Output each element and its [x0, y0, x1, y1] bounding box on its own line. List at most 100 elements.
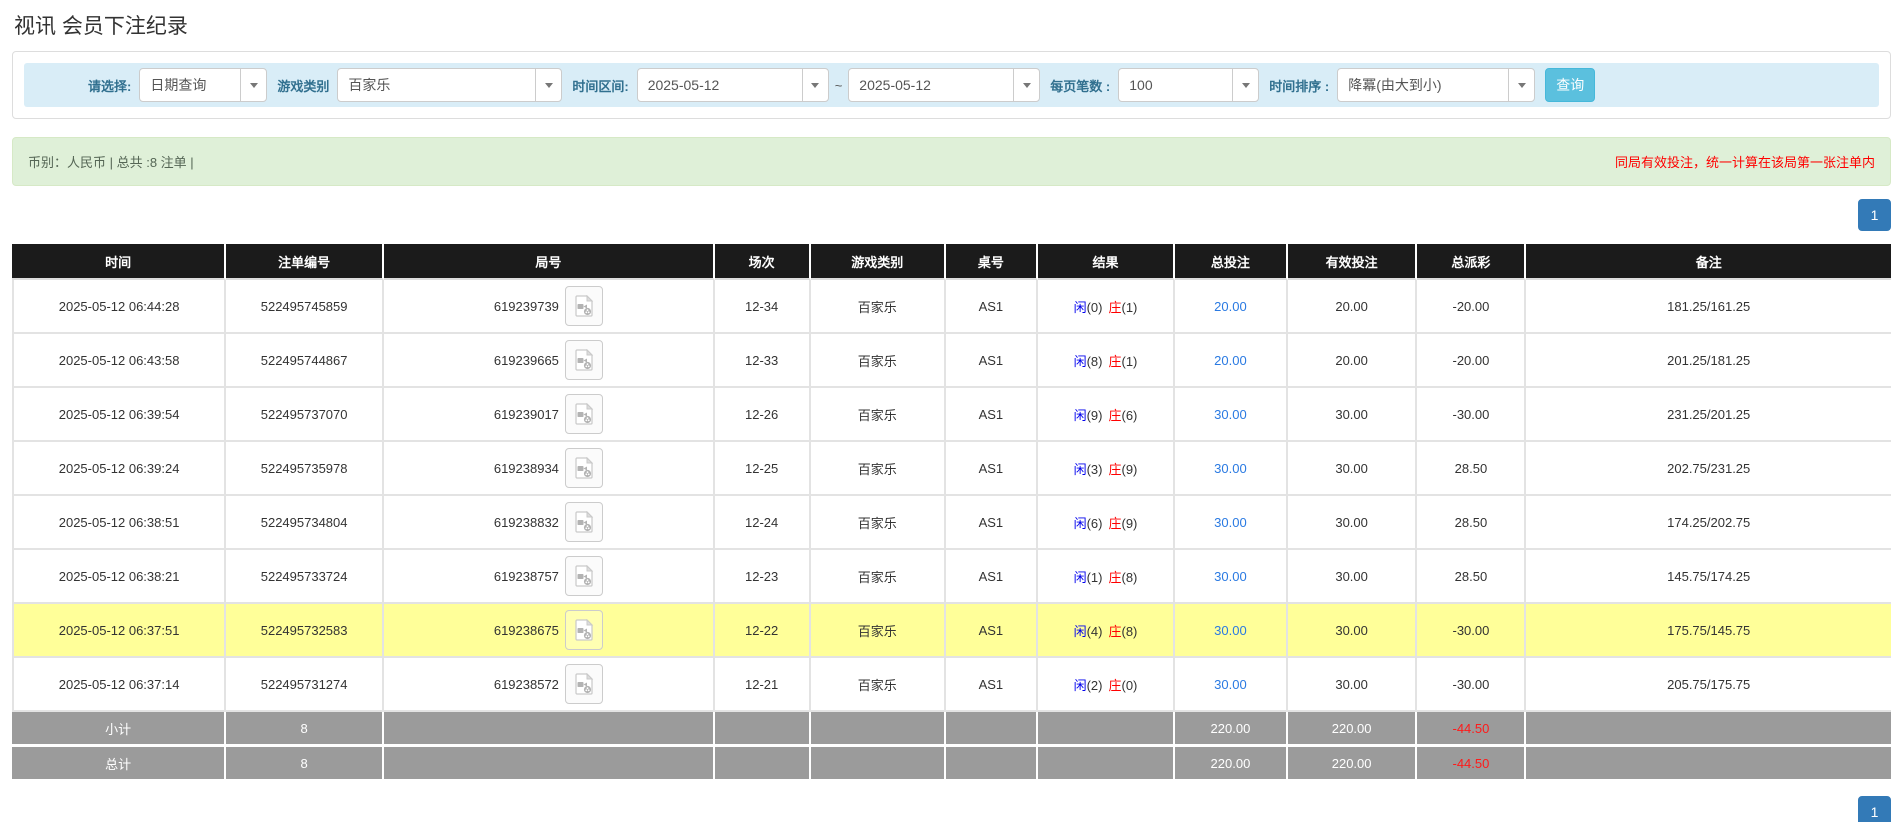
- query-type-select[interactable]: 日期查询: [139, 68, 267, 102]
- video-file-icon: [574, 619, 594, 641]
- cell-round-no: 619238757: [384, 550, 715, 604]
- result-banker: 庄: [1108, 300, 1121, 315]
- video-file-icon: [574, 673, 594, 695]
- video-replay-button[interactable]: [565, 286, 603, 326]
- total-bet-link[interactable]: 30.00: [1214, 569, 1247, 584]
- cell-result: 闲(3)庄(9): [1038, 442, 1175, 496]
- cell-total-bet: 30.00: [1175, 550, 1288, 604]
- bet-records-table: 时间 注单编号 局号 场次 游戏类别 桌号 结果 总投注 有效投注 总派彩 备注…: [12, 244, 1891, 782]
- chevron-down-icon: [240, 69, 266, 101]
- result-banker-points: (9): [1122, 516, 1138, 531]
- cell-round-no: 619238675: [384, 604, 715, 658]
- column-header-bet-no: 注单编号: [226, 244, 384, 280]
- video-file-icon: [574, 349, 594, 371]
- column-header-result: 结果: [1038, 244, 1175, 280]
- video-replay-button[interactable]: [565, 448, 603, 488]
- cell-result: 闲(0)庄(1): [1038, 280, 1175, 334]
- page-size-select[interactable]: 100: [1118, 68, 1259, 102]
- total-bet-link[interactable]: 30.00: [1214, 677, 1247, 692]
- cell-payout: 28.50: [1417, 442, 1526, 496]
- table-row: 2025-05-12 06:38:51 522495734804 6192388…: [12, 496, 1891, 550]
- cell-game-type: 百家乐: [811, 388, 946, 442]
- result-player-points: (9): [1087, 408, 1103, 423]
- round-no-value: 619238757: [494, 569, 559, 584]
- chevron-down-icon: [1508, 69, 1534, 101]
- total-bet-link[interactable]: 30.00: [1214, 623, 1247, 638]
- cell-result: 闲(9) 庄(6): [1038, 388, 1175, 442]
- result-player: 闲: [1074, 462, 1087, 477]
- total-count: 8: [226, 747, 384, 782]
- subtotal-total-bet: 220.00: [1175, 712, 1288, 747]
- video-replay-button[interactable]: [565, 502, 603, 542]
- cell-round-no: 619238572: [384, 658, 715, 712]
- cell-session: 12-34: [715, 280, 811, 334]
- total-bet-link[interactable]: 30.00: [1214, 461, 1247, 476]
- video-replay-button[interactable]: [565, 610, 603, 650]
- cell-result: 闲(6)庄(9): [1038, 496, 1175, 550]
- search-button[interactable]: 查询: [1545, 68, 1595, 102]
- cell-table-no: AS1: [946, 658, 1038, 712]
- game-type-select[interactable]: 百家乐: [337, 68, 562, 102]
- total-label: 总计: [12, 747, 226, 782]
- cell-valid-bet: 20.00: [1288, 280, 1418, 334]
- round-no-value: 619239017: [494, 407, 559, 422]
- cell-total-bet: 20.00: [1175, 334, 1288, 388]
- column-header-remark: 备注: [1526, 244, 1891, 280]
- cell-session: 12-25: [715, 442, 811, 496]
- page-1-button[interactable]: 1: [1858, 796, 1891, 822]
- table-body: 2025-05-12 06:44:28 522495745859 6192397…: [12, 280, 1891, 712]
- time-sort-select[interactable]: 降冪(由大到小): [1337, 68, 1535, 102]
- cell-result: 闲(8)庄(1): [1038, 334, 1175, 388]
- page: 视讯 会员下注纪录 请选择: 日期查询 游戏类别 百家乐 时间区间: 2025-…: [0, 0, 1903, 822]
- video-replay-button[interactable]: [565, 340, 603, 380]
- date-to-select[interactable]: 2025-05-12: [848, 68, 1040, 102]
- cell-time: 2025-05-12 06:37:51: [12, 604, 226, 658]
- date-from-select[interactable]: 2025-05-12: [637, 68, 829, 102]
- total-payout: -44.50: [1417, 747, 1526, 782]
- column-header-game-type: 游戏类别: [811, 244, 946, 280]
- result-player: 闲: [1074, 354, 1087, 369]
- page-1-button[interactable]: 1: [1858, 199, 1891, 231]
- table-row: 2025-05-12 06:37:51 522495732583 6192386…: [12, 604, 1891, 658]
- table-row: 2025-05-12 06:43:58 522495744867 6192396…: [12, 334, 1891, 388]
- cell-bet-no: 522495734804: [226, 496, 384, 550]
- cell-table-no: AS1: [946, 442, 1038, 496]
- game-type-label: 游戏类别: [277, 76, 329, 95]
- table-row: 2025-05-12 06:37:14 522495731274 6192385…: [12, 658, 1891, 712]
- column-header-total-bet: 总投注: [1175, 244, 1288, 280]
- video-replay-button[interactable]: [565, 664, 603, 704]
- filter-bar: 请选择: 日期查询 游戏类别 百家乐 时间区间: 2025-05-12 ~ 20…: [24, 63, 1879, 107]
- result-player: 闲: [1074, 678, 1087, 693]
- cell-bet-no: 522495737070: [226, 388, 384, 442]
- result-player-points: (3): [1087, 462, 1103, 477]
- cell-game-type: 百家乐: [811, 604, 946, 658]
- result-player: 闲: [1074, 300, 1087, 315]
- total-bet-link[interactable]: 30.00: [1214, 515, 1247, 530]
- subtotal-count: 8: [226, 712, 384, 747]
- cell-session: 12-21: [715, 658, 811, 712]
- video-replay-button[interactable]: [565, 556, 603, 596]
- cell-game-type: 百家乐: [811, 550, 946, 604]
- result-player: 闲: [1074, 408, 1087, 423]
- cell-game-type: 百家乐: [811, 334, 946, 388]
- round-no-value: 619238675: [494, 623, 559, 638]
- cell-total-bet: 30.00: [1175, 658, 1288, 712]
- total-bet-link[interactable]: 30.00: [1214, 407, 1247, 422]
- cell-bet-no: 522495745859: [226, 280, 384, 334]
- result-banker-points: (6): [1122, 408, 1138, 423]
- cell-result: 闲(4)庄(8): [1038, 604, 1175, 658]
- cell-valid-bet: 20.00: [1288, 334, 1418, 388]
- total-valid-bet: 220.00: [1288, 747, 1418, 782]
- result-banker: 庄: [1108, 408, 1121, 423]
- total-bet-link[interactable]: 20.00: [1214, 299, 1247, 314]
- cell-time: 2025-05-12 06:38:51: [12, 496, 226, 550]
- cell-total-bet: 30.00: [1175, 388, 1288, 442]
- cell-valid-bet: 30.00: [1288, 496, 1418, 550]
- result-banker: 庄: [1108, 462, 1121, 477]
- cell-remark: 202.75/231.25: [1526, 442, 1891, 496]
- result-banker-points: (8): [1122, 624, 1138, 639]
- total-bet-link[interactable]: 20.00: [1214, 353, 1247, 368]
- video-replay-button[interactable]: [565, 394, 603, 434]
- result-player-points: (2): [1087, 678, 1103, 693]
- query-type-value: 日期查询: [140, 69, 240, 101]
